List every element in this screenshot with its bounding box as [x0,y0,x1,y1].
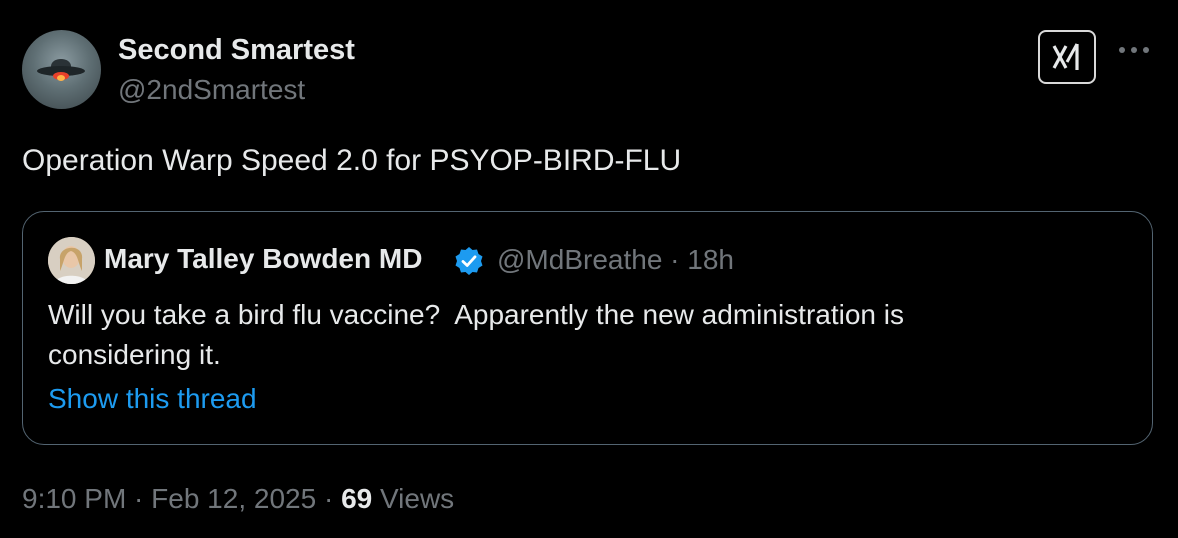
quoted-tweet-card[interactable]: Mary Talley Bowden MD @MdBreathe · 18h W… [22,211,1153,445]
author-name[interactable]: Second Smartest [118,34,355,67]
quoted-handle-time[interactable]: @MdBreathe · 18h [497,244,734,276]
ufo-icon [37,59,85,81]
grok-icon [1052,43,1079,70]
views-label: Views [372,483,455,514]
author-avatar[interactable] [22,30,101,109]
person-avatar-icon [48,237,95,284]
quoted-author-name[interactable]: Mary Talley Bowden MD [104,243,422,275]
show-thread-link[interactable]: Show this thread [48,383,257,415]
quoted-tweet-text: Will you take a bird flu vaccine? Appare… [48,295,1128,375]
grok-button[interactable] [1038,30,1096,84]
views-count[interactable]: 69 [341,483,372,514]
tweet-text: Operation Warp Speed 2.0 for PSYOP-BIRD-… [22,144,682,177]
more-options-button[interactable] [1116,38,1152,62]
quoted-text-line: Will you take a bird flu vaccine? Appare… [48,299,904,330]
timestamp-link[interactable]: 9:10 PM · Feb 12, 2025 · [22,483,341,514]
quoted-text-line: considering it. [48,339,221,370]
verified-badge-icon [455,247,483,275]
more-dots-icon [1119,47,1149,53]
quoted-author-avatar[interactable] [48,237,95,284]
author-handle[interactable]: @2ndSmartest [118,74,305,106]
tweet-meta: 9:10 PM · Feb 12, 2025 · 69 Views [22,483,454,515]
